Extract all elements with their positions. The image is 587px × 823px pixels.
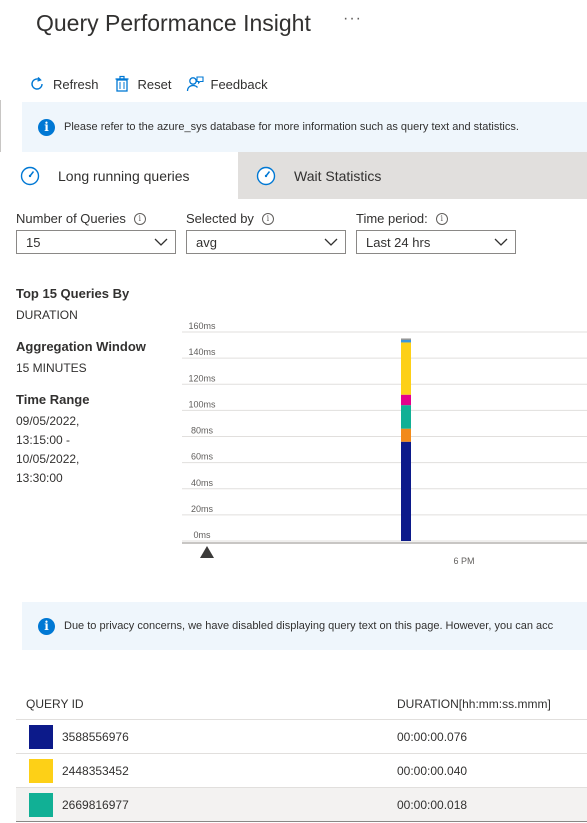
bar-segment [401, 394, 411, 406]
time-period-dropdown[interactable]: Last 24 hrs [356, 230, 516, 254]
top-queries-heading: Top 15 Queries By [16, 286, 130, 301]
more-options-button[interactable]: ··· [343, 10, 362, 28]
num-queries-value: 15 [26, 234, 41, 250]
y-tick-label: 20ms [191, 504, 214, 514]
query-id-cell: 2669816977 [16, 792, 397, 817]
y-tick-label: 100ms [188, 399, 216, 409]
info-icon: i [38, 118, 55, 136]
queries-table: QUERY ID DURATION[hh:mm:ss.mmm] 35885569… [16, 688, 587, 822]
trash-icon [115, 75, 129, 92]
tab-long-running-queries[interactable]: Long running queries [0, 152, 238, 199]
feedback-person-icon [186, 76, 204, 92]
aggregation-window-heading: Aggregation Window [16, 339, 146, 354]
refresh-label: Refresh [53, 76, 99, 92]
bar-segment [401, 338, 411, 340]
divider [0, 100, 1, 152]
bar-segment [401, 342, 411, 395]
y-tick-label: 40ms [191, 478, 214, 488]
num-queries-label: Number of Queries i [16, 211, 146, 226]
selected-by-value: avg [196, 234, 217, 250]
summary-panel: Top 15 Queries By DURATION Aggregation W… [16, 286, 176, 488]
bar-segment [401, 428, 411, 442]
y-tick-label: 60ms [191, 452, 214, 462]
y-tick-label: 140ms [188, 347, 216, 357]
chevron-down-icon [494, 238, 508, 246]
query-id-cell: 2448353452 [16, 758, 397, 783]
duration-chart: 0ms 20ms 40ms 60ms 80ms 100ms 120ms 140ms 160ms 6… [182, 322, 587, 566]
color-swatch [29, 724, 53, 749]
time-range-heading: Time Range [16, 392, 90, 407]
table-header: QUERY ID DURATION[hh:mm:ss.mmm] [16, 688, 587, 720]
time-range-line: 13:30:00 [16, 471, 63, 485]
info-icon[interactable]: i [435, 212, 448, 225]
y-tick-label: 80ms [191, 426, 214, 436]
bar-segment [401, 405, 411, 429]
reset-button[interactable]: Reset [113, 75, 172, 93]
info-banner: i Please refer to the azure_sys database… [22, 102, 587, 152]
color-swatch [29, 758, 53, 783]
query-id: 2669816977 [62, 797, 129, 812]
refresh-icon [31, 77, 43, 90]
time-period-label-text: Time period: [356, 211, 428, 226]
info-icon: i [38, 617, 55, 635]
feedback-button[interactable]: Feedback [186, 75, 268, 93]
time-period-label: Time period: i [356, 211, 448, 226]
selected-by-dropdown[interactable]: avg [186, 230, 346, 254]
selected-by-label-text: Selected by [186, 211, 254, 226]
tab-label: Long running queries [58, 167, 190, 184]
feedback-label: Feedback [210, 76, 268, 92]
y-tick-label: 160ms [188, 322, 216, 331]
privacy-banner: i Due to privacy concerns, we have disab… [22, 602, 587, 650]
table-row[interactable]: 3588556976 00:00:00.076 [16, 720, 587, 754]
duration-cell: 00:00:00.018 [397, 797, 468, 812]
query-id: 3588556976 [62, 729, 129, 744]
num-queries-label-text: Number of Queries [16, 211, 126, 226]
toolbar: Refresh Reset Feedback [28, 72, 282, 96]
time-slider-handle [200, 546, 214, 558]
reset-label: Reset [137, 76, 172, 92]
color-swatch [29, 792, 53, 817]
info-icon[interactable]: i [133, 212, 146, 225]
column-header-query-id[interactable]: QUERY ID [16, 697, 397, 711]
duration-cell: 00:00:00.076 [397, 729, 468, 744]
column-header-duration[interactable]: DURATION[hh:mm:ss.mmm] [397, 697, 587, 711]
tab-label: Wait Statistics [294, 167, 382, 184]
time-range-line: 09/05/2022, [16, 414, 80, 428]
query-id: 2448353452 [62, 763, 129, 778]
top-queries-value: DURATION [16, 308, 78, 322]
time-range-line: 10/05/2022, [16, 452, 80, 466]
y-tick-label: 0ms [193, 530, 211, 540]
table-row[interactable]: 2448353452 00:00:00.040 [16, 754, 587, 788]
page-title: Query Performance Insight [36, 10, 311, 36]
gauge-icon [256, 166, 276, 185]
bar-segment [401, 441, 411, 541]
chevron-down-icon [154, 238, 168, 246]
duration-cell: 00:00:00.040 [397, 763, 468, 778]
y-tick-label: 120ms [188, 373, 216, 383]
refresh-button[interactable]: Refresh [28, 75, 99, 93]
chevron-down-icon [324, 238, 338, 246]
tab-wait-statistics[interactable]: Wait Statistics [238, 152, 587, 199]
query-id-cell: 3588556976 [16, 724, 397, 749]
table-row[interactable]: 2669816977 00:00:00.018 [16, 788, 587, 822]
gauge-icon [20, 166, 40, 185]
info-icon[interactable]: i [261, 212, 274, 225]
bar-segment [401, 339, 411, 343]
privacy-banner-text: Due to privacy concerns, we have disable… [64, 620, 554, 632]
x-tick-label: 6 PM [453, 556, 474, 566]
time-period-value: Last 24 hrs [366, 234, 431, 250]
selected-by-label: Selected by i [186, 211, 274, 226]
time-range-value: 09/05/2022, 13:15:00 - 10/05/2022, 13:30… [16, 412, 176, 488]
aggregation-window-value: 15 MINUTES [16, 361, 87, 375]
time-range-line: 13:15:00 - [16, 433, 71, 447]
num-queries-dropdown[interactable]: 15 [16, 230, 176, 254]
info-banner-text: Please refer to the azure_sys database f… [64, 121, 519, 133]
